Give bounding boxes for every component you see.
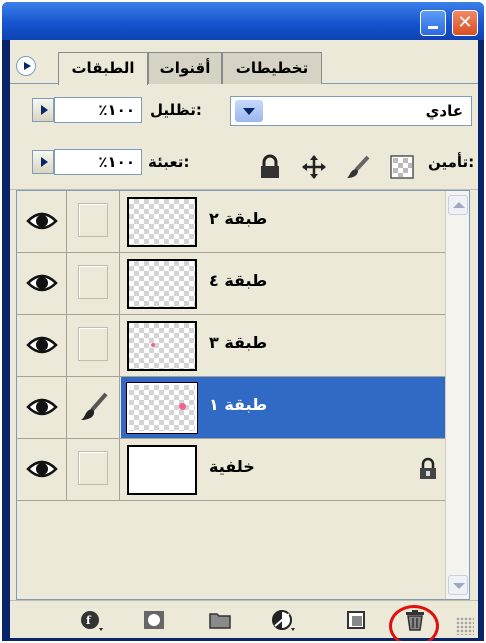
scroll-up-button[interactable] [448, 195, 468, 215]
layer-name[interactable]: طبقة ٣ [209, 333, 267, 352]
blend-mode-value: عادي [425, 102, 463, 120]
minimize-button[interactable] [420, 10, 446, 36]
adjustment-layer-icon[interactable] [272, 609, 296, 631]
layers-panel: الطبقات أقنوات تخطيطات ٪١٠٠ تظليل: عادي … [10, 40, 478, 641]
pink-dot [179, 403, 186, 410]
eye-icon[interactable] [26, 271, 58, 295]
layer-name[interactable]: طبقة ٤ [209, 271, 267, 290]
blend-mode-select[interactable]: عادي [230, 96, 472, 126]
layers-palette-window: ✕ الطبقات أقنوات تخطيطات ٪١٠٠ تظليل: عاد… [2, 2, 484, 641]
layer-name-cell[interactable]: طبقة ٢ [121, 191, 445, 252]
tab-channels[interactable]: أقنوات [148, 52, 222, 84]
title-bar[interactable]: ✕ [2, 2, 484, 40]
link-cell[interactable] [68, 253, 120, 314]
eye-icon[interactable] [26, 395, 58, 419]
bottom-toolbar: f [10, 600, 478, 641]
chevron-down-icon[interactable] [235, 100, 263, 122]
layer-name[interactable]: خلفية [209, 457, 255, 476]
panel-menu-button[interactable] [16, 56, 36, 76]
lock-transparency-icon[interactable] [388, 154, 416, 180]
highlight-circle [389, 605, 439, 641]
opacity-slider-button[interactable] [32, 98, 54, 122]
layer-row-selected[interactable]: طبقة ١ [17, 377, 445, 439]
new-layer-icon[interactable] [344, 609, 368, 631]
layer-row[interactable]: طبقة ٢ [17, 191, 445, 253]
lock-icon [420, 457, 436, 479]
layer-row[interactable]: طبقة ٤ [17, 253, 445, 315]
lock-fill-row: ٪١٠٠ تعبئة: تأمين: [10, 136, 478, 190]
visibility-toggle[interactable] [17, 439, 67, 500]
scroll-down-button[interactable] [448, 575, 468, 595]
blend-row: ٪١٠٠ تظليل: عادي [10, 84, 478, 134]
lock-move-icon[interactable] [300, 154, 328, 180]
visibility-toggle[interactable] [17, 315, 67, 376]
layer-row-background[interactable]: خلفية [17, 439, 445, 501]
link-box [78, 203, 108, 237]
visibility-toggle[interactable] [17, 191, 67, 252]
layer-name[interactable]: طبقة ١ [209, 395, 267, 414]
link-box [78, 451, 108, 485]
link-cell[interactable] [68, 377, 120, 438]
fill-slider-button[interactable] [32, 150, 54, 174]
fill-label: تعبئة: [148, 153, 190, 171]
layer-row[interactable]: طبقة ٣ [17, 315, 445, 377]
visibility-toggle[interactable] [17, 253, 67, 314]
tab-layers[interactable]: الطبقات [58, 52, 148, 85]
eye-icon[interactable] [26, 209, 58, 233]
link-cell[interactable] [68, 315, 120, 376]
tab-paths[interactable]: تخطيطات [222, 52, 322, 84]
layer-name-cell[interactable]: طبقة ١ [121, 377, 445, 438]
lock-paint-icon[interactable] [344, 154, 372, 180]
layer-mask-icon[interactable] [142, 609, 166, 631]
layer-thumbnail [127, 445, 197, 495]
close-button[interactable]: ✕ [452, 10, 478, 36]
new-group-icon[interactable] [208, 609, 232, 631]
link-box [78, 265, 108, 299]
lock-label: تأمين: [428, 153, 475, 171]
opacity-label: تظليل: [150, 101, 202, 119]
visibility-toggle[interactable] [17, 377, 67, 438]
paintbrush-icon [81, 392, 108, 420]
layer-thumbnail [127, 197, 197, 247]
layer-style-icon[interactable]: f [80, 609, 104, 631]
lock-all-icon[interactable] [256, 154, 284, 180]
layer-thumbnail [127, 259, 197, 309]
vertical-scrollbar[interactable] [445, 191, 469, 599]
opacity-field[interactable]: ٪١٠٠ [54, 97, 142, 123]
link-cell[interactable] [68, 439, 120, 500]
pink-dot [151, 343, 155, 347]
eye-icon[interactable] [26, 333, 58, 357]
layer-thumbnail [127, 321, 197, 371]
link-box [78, 327, 108, 361]
layer-name[interactable]: طبقة ٢ [209, 209, 267, 228]
layers-list: طبقة ٢ طبقة ٤ طبقة ٣ طبقة ١ خلفية [16, 190, 470, 600]
resize-grip[interactable] [456, 617, 474, 635]
layer-name-cell[interactable]: طبقة ٣ [121, 315, 445, 376]
eye-icon[interactable] [26, 457, 58, 481]
layer-name-cell[interactable]: طبقة ٤ [121, 253, 445, 314]
link-cell[interactable] [68, 191, 120, 252]
tab-bar: الطبقات أقنوات تخطيطات [10, 40, 478, 85]
fill-field[interactable]: ٪١٠٠ [54, 149, 142, 175]
layer-thumbnail [126, 382, 198, 434]
layer-name-cell[interactable]: خلفية [121, 439, 445, 500]
